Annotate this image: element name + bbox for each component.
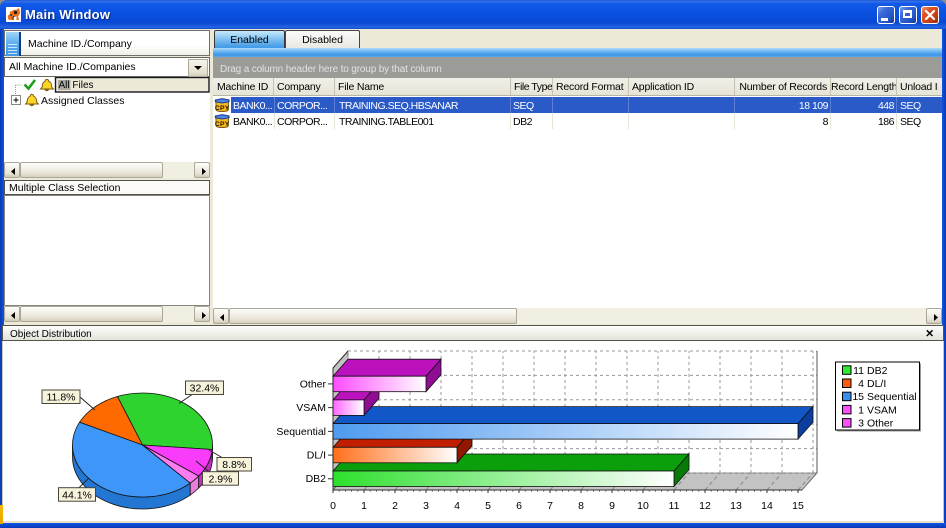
- svg-text:Other: Other: [867, 418, 894, 430]
- svg-text:32.4%: 32.4%: [190, 383, 220, 395]
- svg-text:VSAM: VSAM: [296, 402, 326, 414]
- svg-text:CPY: CPY: [215, 105, 230, 112]
- svg-text:DB2: DB2: [306, 473, 327, 485]
- svg-text:Other: Other: [300, 378, 327, 390]
- svg-text:2: 2: [392, 500, 398, 512]
- svg-text:1: 1: [858, 404, 864, 416]
- svg-text:9: 9: [609, 500, 615, 512]
- svg-text:2.9%: 2.9%: [209, 473, 233, 485]
- svg-text:3: 3: [423, 500, 429, 512]
- svg-text:11: 11: [669, 500, 680, 512]
- svg-text:4: 4: [858, 378, 864, 390]
- svg-text:11: 11: [853, 365, 864, 377]
- svg-text:Assigned Classes: Assigned Classes: [41, 95, 124, 107]
- svg-text:15: 15: [852, 391, 864, 403]
- svg-text:8.8%: 8.8%: [222, 459, 246, 471]
- svg-text:10: 10: [637, 500, 649, 512]
- svg-text:6: 6: [516, 500, 522, 512]
- svg-text:15: 15: [792, 500, 804, 512]
- svg-text:8: 8: [578, 500, 584, 512]
- svg-text:13: 13: [730, 500, 742, 512]
- svg-text:All Files: All Files: [59, 80, 94, 91]
- svg-text:3: 3: [858, 418, 864, 430]
- svg-text:4: 4: [454, 500, 460, 512]
- svg-text:DB2: DB2: [867, 365, 888, 377]
- svg-text:14: 14: [761, 500, 773, 512]
- svg-text:CPY: CPY: [215, 121, 230, 128]
- svg-text:0: 0: [330, 500, 336, 512]
- svg-text:5: 5: [485, 500, 491, 512]
- svg-text:44.1%: 44.1%: [62, 489, 92, 501]
- svg-text:DL/I: DL/I: [307, 450, 326, 462]
- svg-text:11.8%: 11.8%: [47, 392, 76, 404]
- svg-text:DL/I: DL/I: [867, 378, 886, 390]
- svg-text:1: 1: [361, 500, 367, 512]
- svg-text:Sequential: Sequential: [276, 426, 326, 438]
- svg-text:12: 12: [699, 500, 711, 512]
- svg-text:Sequential: Sequential: [867, 391, 917, 403]
- svg-text:7: 7: [547, 500, 553, 512]
- svg-text:VSAM: VSAM: [867, 404, 897, 416]
